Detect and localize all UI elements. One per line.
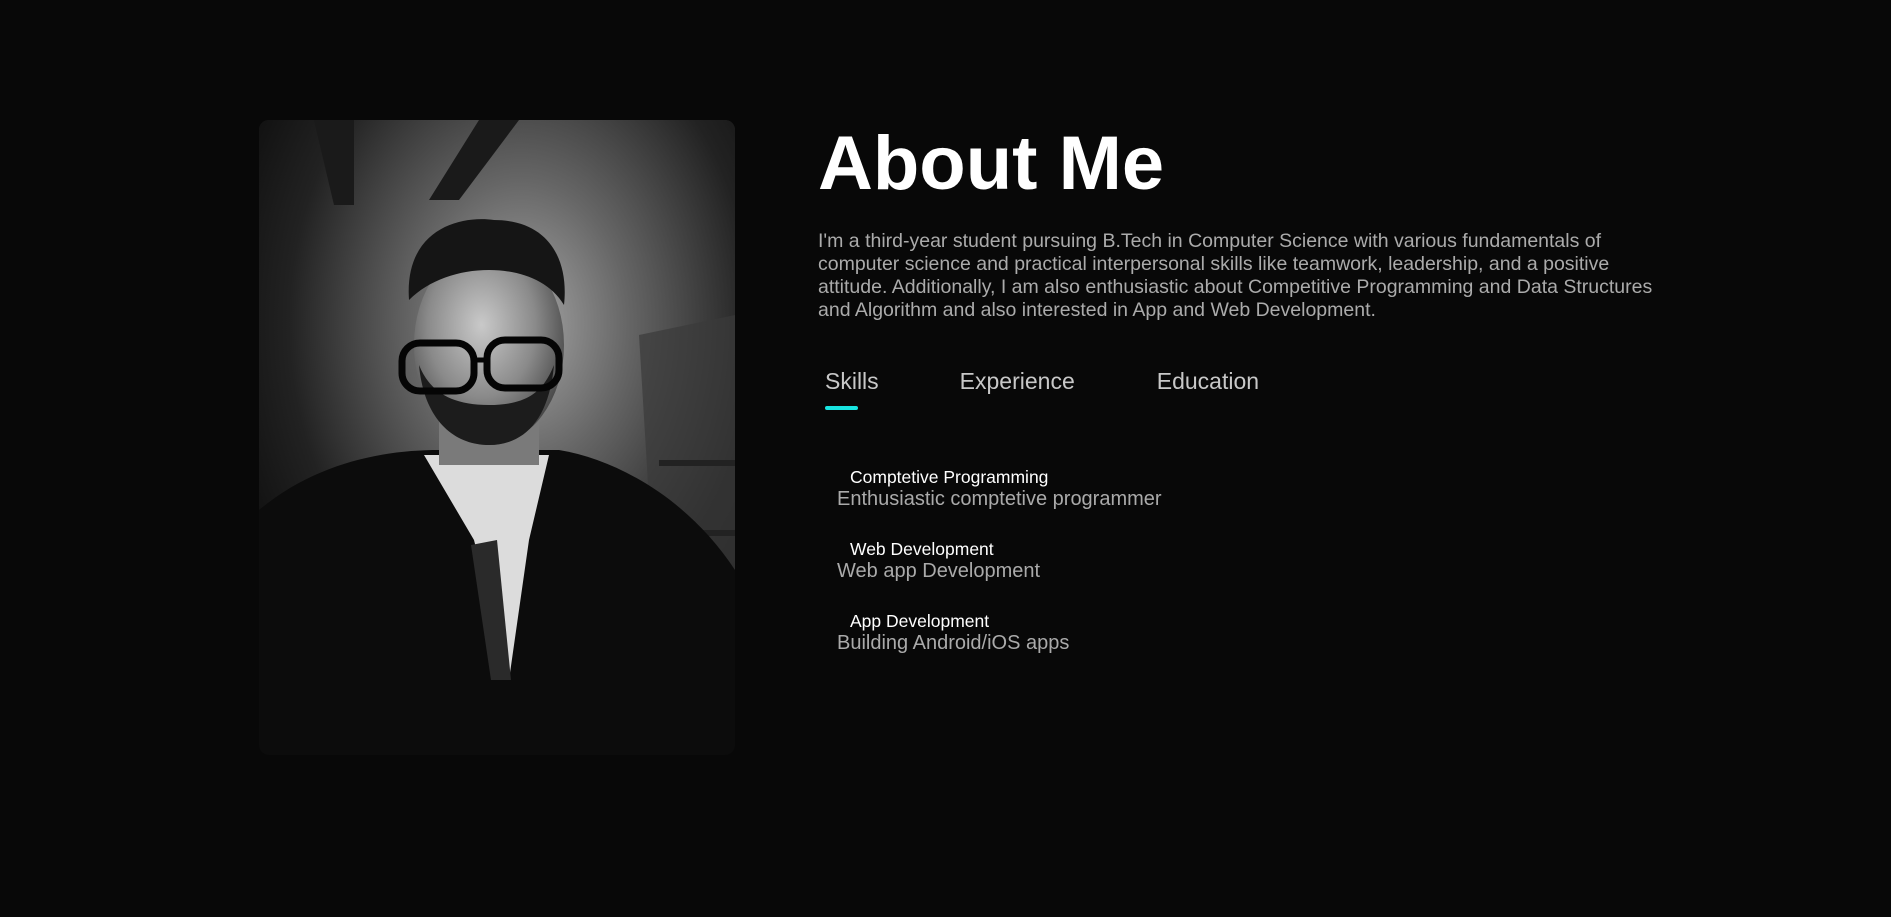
- skill-item: Web Development Web app Development: [818, 539, 1668, 583]
- tab-experience[interactable]: Experience: [960, 367, 1075, 417]
- skills-list: Comptetive Programming Enthusiastic comp…: [818, 467, 1668, 655]
- tab-bar: Skills Experience Education: [818, 367, 1668, 417]
- active-tab-indicator: [825, 406, 858, 410]
- tab-skills[interactable]: Skills: [825, 367, 879, 417]
- skill-item: Comptetive Programming Enthusiastic comp…: [818, 467, 1668, 511]
- intro-paragraph: I'm a third-year student pursuing B.Tech…: [818, 230, 1653, 321]
- skill-name: Comptetive Programming: [850, 467, 1049, 487]
- skill-description: Building Android/iOS apps: [837, 632, 1070, 654]
- skill-name: App Development: [850, 611, 990, 631]
- tab-skills-label: Skills: [825, 368, 879, 394]
- skill-item: App Development Building Android/iOS app…: [818, 611, 1668, 655]
- tab-experience-label: Experience: [959, 368, 1075, 394]
- skill-name: Web Development: [850, 539, 994, 559]
- about-section: About Me I'm a third-year student pursui…: [0, 0, 1891, 917]
- skill-description: Enthusiastic comptetive programmer: [837, 488, 1162, 510]
- skill-description: Web app Development: [837, 560, 1041, 582]
- tab-education-label: Education: [1156, 368, 1260, 394]
- profile-photo: [259, 120, 735, 755]
- tab-education[interactable]: Education: [1157, 367, 1259, 417]
- about-content: About Me I'm a third-year student pursui…: [818, 118, 1668, 683]
- page-title: About Me: [818, 121, 1165, 206]
